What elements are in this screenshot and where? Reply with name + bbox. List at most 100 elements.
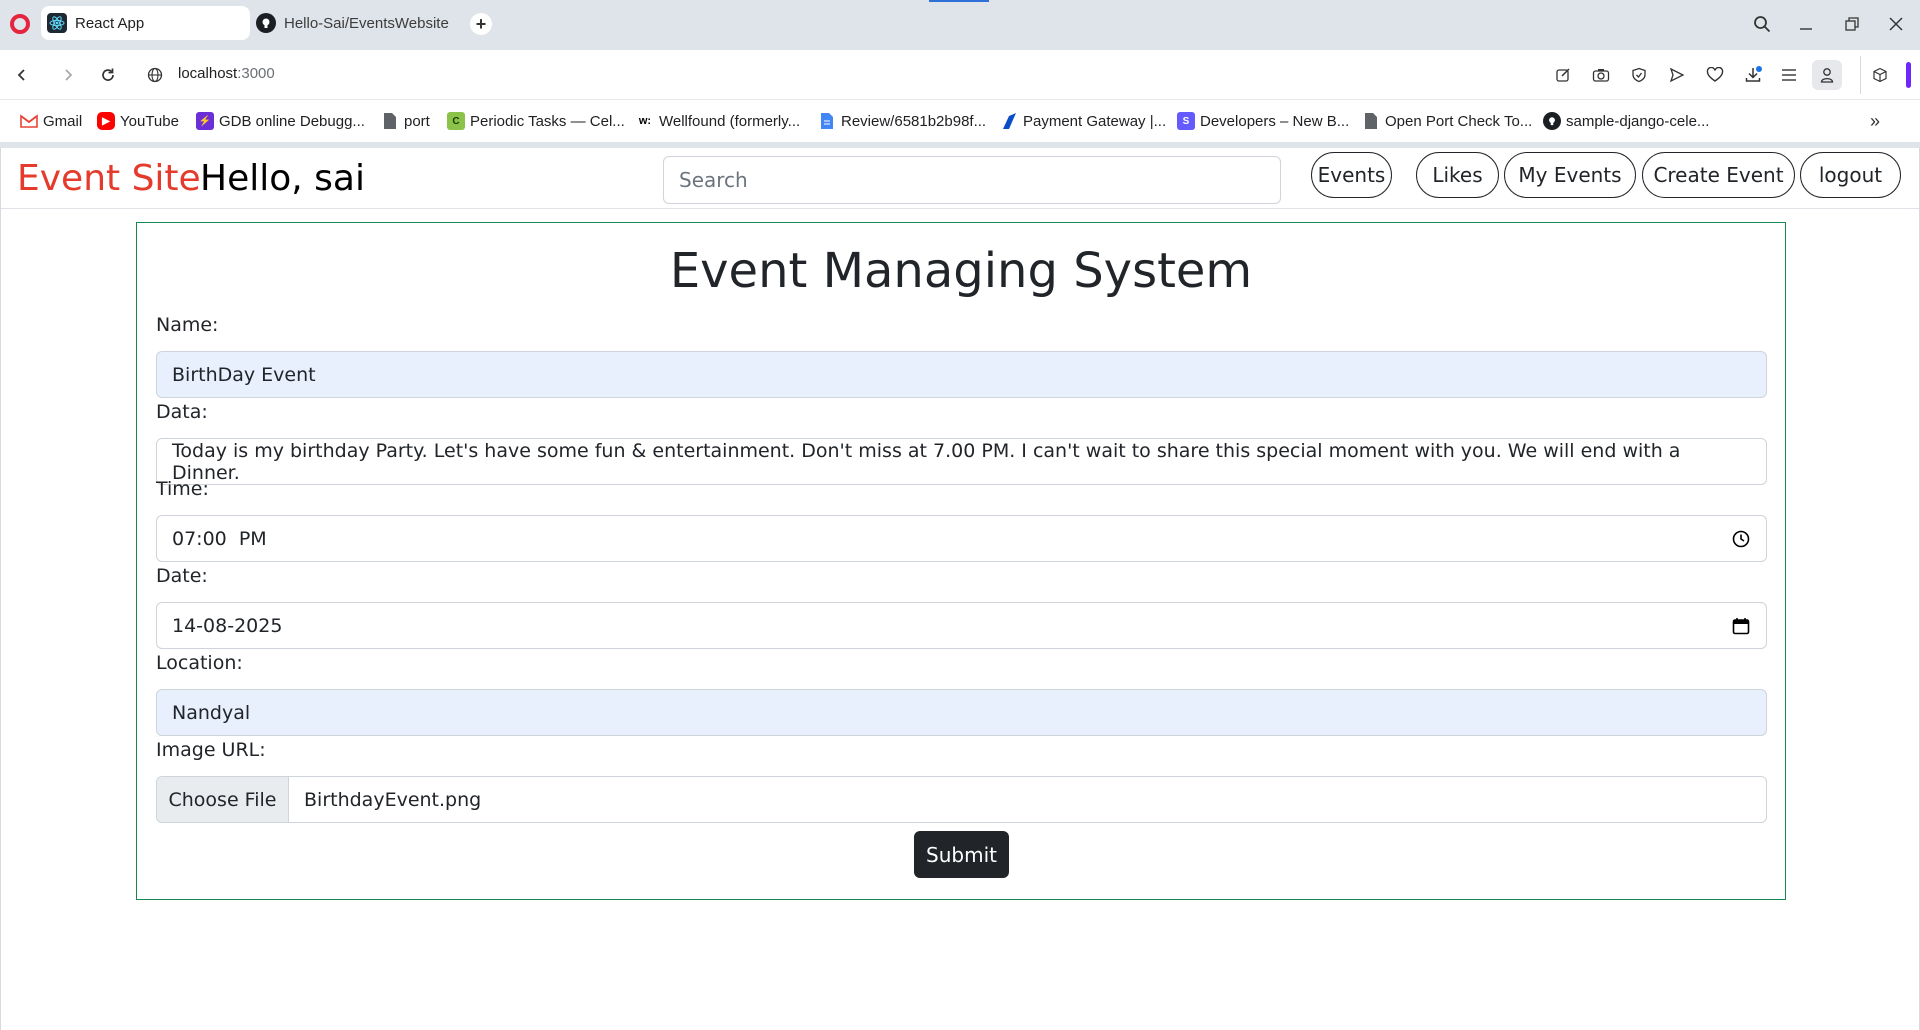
easy-setup-menu-icon[interactable] <box>1777 63 1801 87</box>
image-url-label: Image URL: <box>156 739 266 761</box>
chosen-file-name: BirthdayEvent.png <box>304 788 482 811</box>
bookmark-label: Review/6581b2b98f... <box>841 112 987 130</box>
tab-react-app[interactable]: React App <box>41 6 250 40</box>
site-info-globe-icon[interactable] <box>143 63 167 87</box>
bookmark-label: sample-django-cele... <box>1566 112 1710 130</box>
toolbar-divider <box>1860 56 1861 94</box>
bookmark-label: port <box>404 112 430 130</box>
name-value: BirthDay Event <box>172 363 316 386</box>
bookmark-periodic-tasks[interactable]: C Periodic Tasks — Cel... <box>447 111 625 131</box>
opera-logo-icon[interactable] <box>10 14 30 34</box>
nav-create-event-button[interactable]: Create Event <box>1642 152 1795 198</box>
name-label: Name: <box>156 314 219 336</box>
tab-strip-indicator <box>929 0 989 2</box>
date-input[interactable]: 14-08-2025 <box>156 602 1767 649</box>
time-value: 07:00 PM <box>172 527 267 550</box>
sidebar-toggle-bar[interactable] <box>1906 62 1911 88</box>
form-title: Event Managing System <box>669 243 1253 299</box>
bookmark-label: Gmail <box>43 112 83 130</box>
url-host: localhost <box>178 65 238 82</box>
more-bookmarks-chevron-icon[interactable]: » <box>1870 111 1880 132</box>
docs-icon <box>818 112 836 130</box>
image-file-input[interactable]: Choose File BirthdayEvent.png <box>156 776 1767 823</box>
youtube-icon: ▶ <box>97 112 115 130</box>
tab-github-repo[interactable]: Hello-Sai/EventsWebsite <box>256 6 456 40</box>
search-input[interactable] <box>663 156 1281 204</box>
url-port: :3000 <box>237 65 275 82</box>
tab-search-icon[interactable] <box>1750 12 1774 36</box>
bookmark-label: Open Port Check To... <box>1385 112 1533 130</box>
profile-icon[interactable] <box>1812 60 1842 90</box>
bookmarks-bar: Gmail ▶ YouTube ⚡ GDB online Debugg... p… <box>0 100 1920 142</box>
data-value: Today is my birthday Party. Let's have s… <box>172 439 1681 484</box>
restore-icon[interactable] <box>1840 12 1864 36</box>
bookmark-label: Payment Gateway |... <box>1023 112 1167 130</box>
time-input[interactable]: 07:00 PM <box>156 515 1767 562</box>
bookmark-payment-gateway[interactable]: Payment Gateway |... <box>1000 111 1166 131</box>
heart-icon[interactable] <box>1703 63 1727 87</box>
choose-file-button[interactable]: Choose File <box>157 777 289 822</box>
location-input[interactable]: Nandyal <box>156 689 1767 736</box>
new-tab-plus-icon[interactable]: + <box>470 13 492 35</box>
address-bar: localhost:3000 <box>0 50 1920 100</box>
nav-events-button[interactable]: Events <box>1311 152 1392 198</box>
download-icon[interactable] <box>1741 63 1765 87</box>
bookmark-open-port-check[interactable]: Open Port Check To... <box>1362 111 1532 131</box>
stripe-icon: S <box>1177 112 1195 130</box>
close-window-icon[interactable] <box>1884 12 1908 36</box>
github-icon <box>1543 112 1561 130</box>
user-greeting: Hello, sai <box>200 158 365 199</box>
github-icon <box>256 13 276 33</box>
data-label: Data: <box>156 401 208 423</box>
page-icon <box>1362 112 1380 130</box>
nav-likes-button[interactable]: Likes <box>1416 152 1499 198</box>
bookmark-sample-django[interactable]: sample-django-cele... <box>1543 111 1709 131</box>
back-icon[interactable] <box>10 63 34 87</box>
bookmark-developers[interactable]: S Developers – New B... <box>1177 111 1349 131</box>
calendar-icon[interactable] <box>1731 616 1751 636</box>
page-icon <box>381 112 399 130</box>
app-viewport: Event Site Hello, sai Events Likes My Ev… <box>0 148 1920 1030</box>
url-text[interactable]: localhost:3000 <box>178 65 275 82</box>
app-navbar: Event Site Hello, sai Events Likes My Ev… <box>1 148 1919 209</box>
bookmark-label: Periodic Tasks — Cel... <box>470 112 625 130</box>
celery-icon: C <box>447 112 465 130</box>
bookmark-wellfound[interactable]: w: Wellfound (formerly... <box>636 111 800 131</box>
brand-link[interactable]: Event Site <box>17 158 201 199</box>
submit-button[interactable]: Submit <box>914 831 1009 878</box>
location-label: Location: <box>156 652 243 674</box>
nav-logout-button[interactable]: logout <box>1800 152 1901 198</box>
nav-my-events-button[interactable]: My Events <box>1504 152 1636 198</box>
data-input[interactable]: Today is my birthday Party. Let's have s… <box>156 438 1767 485</box>
bookmark-label: YouTube <box>120 112 179 130</box>
date-label: Date: <box>156 565 208 587</box>
react-icon <box>47 13 67 33</box>
bookmark-label: Wellfound (formerly... <box>659 112 801 130</box>
bookmark-review-doc[interactable]: Review/6581b2b98f... <box>818 111 986 131</box>
forward-icon[interactable] <box>56 63 80 87</box>
name-input[interactable]: BirthDay Event <box>156 351 1767 398</box>
camera-icon[interactable] <box>1589 63 1613 87</box>
browser-tab-bar: React App Hello-Sai/EventsWebsite + <box>0 0 1920 50</box>
bookmark-youtube[interactable]: ▶ YouTube <box>97 111 179 131</box>
location-value: Nandyal <box>172 701 251 724</box>
minimize-icon[interactable] <box>1794 12 1818 36</box>
send-icon[interactable] <box>1665 63 1689 87</box>
gdb-icon: ⚡ <box>196 112 214 130</box>
extensions-cube-icon[interactable] <box>1868 63 1892 87</box>
reload-icon[interactable] <box>96 63 120 87</box>
clock-icon[interactable] <box>1731 529 1751 549</box>
bookmark-label: GDB online Debugg... <box>219 112 365 130</box>
bookmark-gmail[interactable]: Gmail <box>20 111 82 131</box>
bookmark-label: Developers – New B... <box>1200 112 1350 130</box>
vpn-shield-icon[interactable] <box>1627 63 1651 87</box>
bookmark-port[interactable]: port <box>381 111 430 131</box>
tab-title: React App <box>75 14 145 32</box>
gmail-icon <box>20 112 38 130</box>
time-label: Time: <box>156 478 209 500</box>
date-value: 14-08-2025 <box>172 614 283 637</box>
bookmark-gdb[interactable]: ⚡ GDB online Debugg... <box>196 111 365 131</box>
event-form-card: Event Managing System Name: BirthDay Eve… <box>136 222 1786 900</box>
share-edit-icon[interactable] <box>1551 63 1575 87</box>
razorpay-icon <box>1000 112 1018 130</box>
